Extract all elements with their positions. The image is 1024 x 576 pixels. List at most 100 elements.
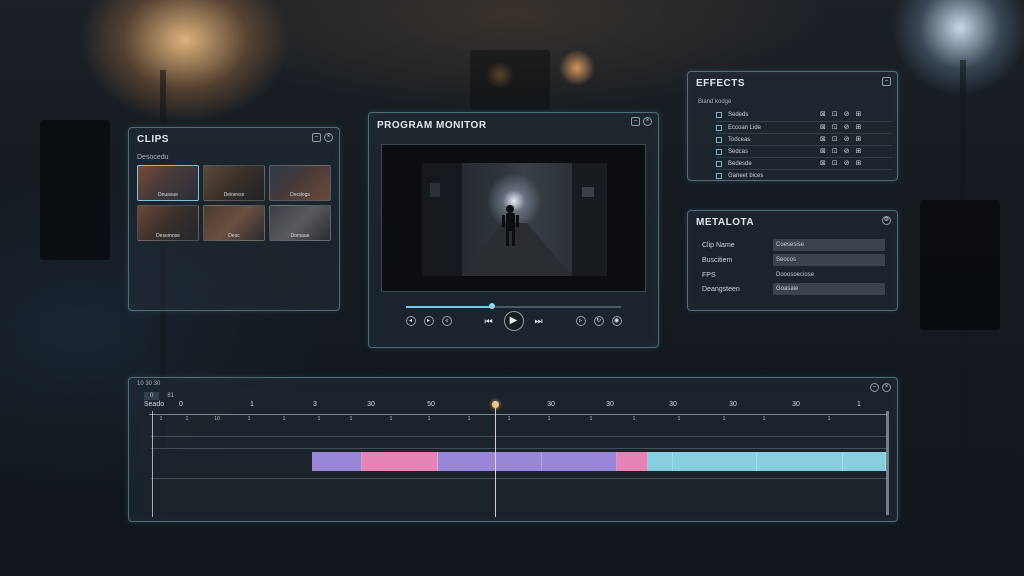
ruler-minor-label: 1 [185,416,189,422]
fast-forward-icon[interactable]: ⏭ [532,316,546,326]
effect-tools: ⊠ ⊡ ⊘ ⊞ [820,109,862,121]
clip-thumbnail[interactable]: Deioevse [203,165,265,201]
timeline-clip-purple[interactable] [542,452,617,471]
playhead-handle[interactable] [492,401,499,408]
timeline-clip-pink[interactable] [362,452,438,471]
ruler-minor-label: 1 [427,416,431,422]
timeline-start-marker [152,411,153,517]
play-icon[interactable]: ▶ [503,311,524,331]
clip-thumbnail[interactable]: Deuasue [137,165,199,201]
ruler-minor-label: 10 [214,416,220,422]
effect-item[interactable]: Sedcas ⊠ ⊡ ⊘ ⊞ [716,145,892,157]
metadata-key: Deangsteen [702,286,740,293]
effect-item[interactable]: Bedesde ⊠ ⊡ ⊘ ⊞ [716,157,892,169]
track-divider [151,436,887,437]
playback-scrubber[interactable] [406,303,621,309]
effect-item[interactable]: Todceas ⊠ ⊡ ⊘ ⊞ [716,133,892,145]
clip-thumbnail[interactable]: Desc [203,205,265,241]
metadata-row-fps: FPS Dooosoeciose [702,269,887,282]
step-back-icon[interactable]: ◃ [441,316,452,326]
ruler-label: 1 [250,401,254,408]
ruler-minor-label: 1 [547,416,551,422]
effect-icon [716,149,722,155]
ruler-minor-label: 1 [317,416,321,422]
effect-icon [716,112,722,118]
effect-tool-icon[interactable]: ⊡ [832,109,838,121]
metadata-window-controls: ⚙ [882,216,891,225]
timeline-clip-cyan[interactable] [648,452,673,471]
minimize-icon[interactable]: – [882,77,891,86]
metadata-value-field[interactable]: Seocos [773,254,885,266]
ruler-label: 30 [669,401,677,408]
effect-tool-icon[interactable]: ⊠ [820,109,826,121]
track-divider [151,448,887,449]
ruler-minor-label: 1 [389,416,393,422]
metadata-row-description: Deangsteen Goasaie [702,283,887,296]
background-light-stand [40,120,110,260]
clip-thumbnail[interactable]: Desemose [137,205,199,241]
timeline-clip-purple[interactable] [312,452,362,471]
ruler-label: 3 [313,401,317,408]
clip-thumbnail-label: Desc [228,233,240,239]
effect-label: Ganeet bices [728,173,764,179]
timeline-tab[interactable]: 81 [161,392,180,400]
ruler-label: 30 [367,401,375,408]
timeline-clip-cyan[interactable] [757,452,843,471]
rewind-icon[interactable]: ⏮ [482,316,496,326]
alley-figure-image [422,163,607,276]
loop-icon[interactable]: ↻ [593,316,604,326]
timeline-clip-purple[interactable] [438,452,542,471]
step-forward-icon[interactable]: ▹ [575,316,586,326]
metadata-row-resolution: Buscitiem Seocos [702,254,887,267]
export-frame-icon[interactable]: ◉ [611,316,622,326]
monitor-title: PROGRAM MONITOR [377,120,487,131]
timeline-playhead[interactable] [495,403,496,517]
video-viewer[interactable] [381,144,646,292]
settings-icon[interactable]: ⚙ [882,216,891,225]
effect-tool-icon[interactable]: ⊘ [844,109,850,121]
metadata-value-field[interactable]: Coesesise [773,239,885,251]
effects-title: EFFECTS [696,78,746,89]
effect-item[interactable]: Sededs ⊠ ⊡ ⊘ ⊞ [716,109,892,121]
effect-item[interactable]: Ganeet bices [716,169,892,181]
effects-window-controls: – [882,77,891,86]
background-light-stand [920,200,1000,330]
ruler-label: 30 [606,401,614,408]
timeline-clip-cyan[interactable] [673,452,757,471]
minimize-icon[interactable]: – [870,383,879,392]
timeline-scrollbar[interactable] [886,411,889,515]
metadata-title: METALOTA [696,217,755,228]
close-icon[interactable]: × [324,133,333,142]
timeline-clip-cyan[interactable] [843,452,886,471]
ruler-label: 1 [857,401,861,408]
metadata-row-clip-name: Clip Name Coesesise [702,239,887,252]
close-icon[interactable]: × [882,383,891,392]
minimize-icon[interactable]: – [312,133,321,142]
timeline-tab[interactable]: 0 [144,392,160,400]
ruler-label: 0 [179,401,183,408]
effect-item[interactable]: Eccoan Lide ⊠ ⊡ ⊘ ⊞ [716,121,892,133]
clip-thumbnail-label: Deuasue [157,192,178,198]
ruler-minor-label: 1 [827,416,831,422]
effect-label: Sededs [728,112,749,118]
minimize-icon[interactable]: – [631,117,640,126]
ruler-minor-label: 1 [632,416,636,422]
mark-out-icon[interactable]: ▸ [423,316,434,326]
monitor-window-controls: – × [631,117,652,126]
clip-thumbnail[interactable]: Domaue [269,205,331,241]
ruler-label: 30 [729,401,737,408]
timeline-clip-pink[interactable] [617,452,648,471]
clip-thumbnail[interactable]: Decdogs [269,165,331,201]
close-icon[interactable]: × [643,117,652,126]
ruler-label: 50 [427,401,435,408]
scrubber-handle[interactable] [489,303,495,309]
effects-list: Sededs ⊠ ⊡ ⊘ ⊞ Eccoan Lide ⊠ ⊡ ⊘ ⊞ Todceas ⊠ ⊡ ⊘ ⊞ Sedc… [716,109,892,181]
metadata-key: FPS [702,272,716,279]
mark-in-icon[interactable]: ◂ [405,316,416,326]
timeline-ruler[interactable] [149,414,887,415]
effect-icon [716,161,722,167]
effect-tool-icon[interactable]: ⊞ [856,109,862,121]
timeline-window-controls: – × [870,383,891,392]
clip-thumbnail-label: Deioevse [223,192,245,198]
metadata-value-field[interactable]: Goasaie [773,283,885,295]
